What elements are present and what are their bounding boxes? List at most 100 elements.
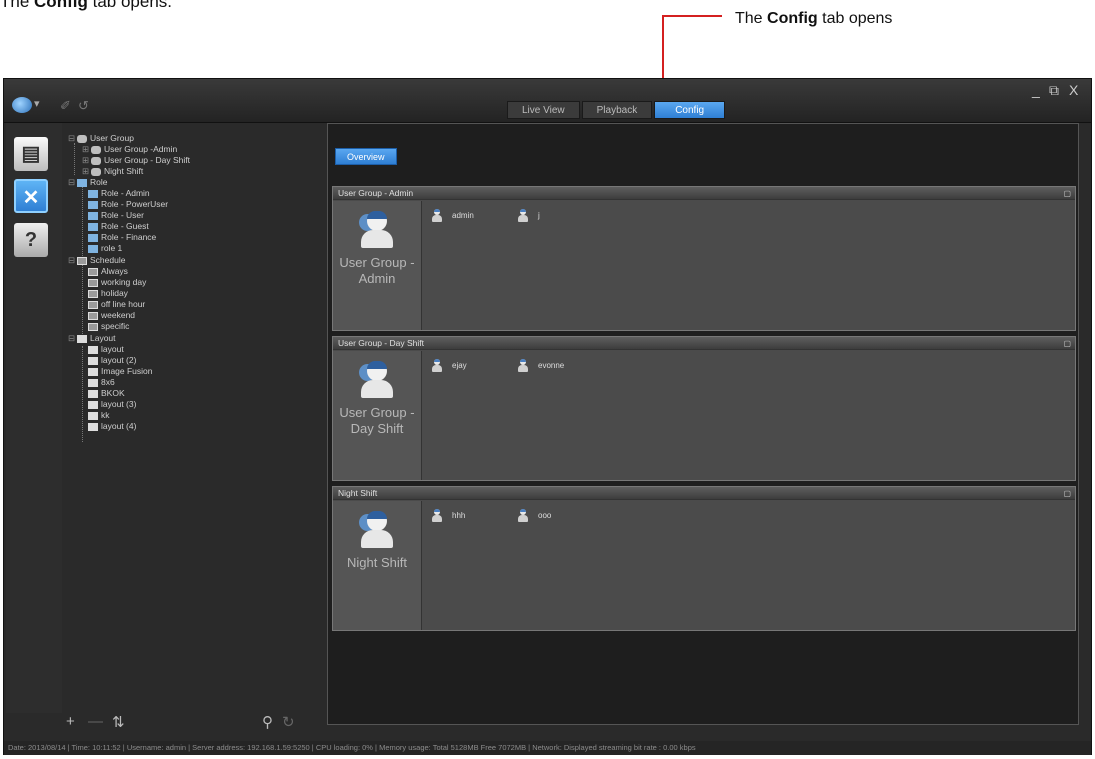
callout-prefix: The bbox=[735, 10, 763, 27]
close-icon[interactable]: X bbox=[1069, 82, 1078, 98]
tree-label: layout bbox=[101, 344, 124, 354]
panel-header: User Group - Admin ▢ bbox=[333, 187, 1075, 200]
tree-item-layout-image-fusion[interactable]: Image Fusion bbox=[88, 366, 153, 377]
remove-icon[interactable]: — bbox=[88, 713, 103, 730]
tree-item-role-admin[interactable]: Role - Admin bbox=[88, 188, 150, 199]
tree-item-schedule-always[interactable]: Always bbox=[88, 266, 128, 277]
sort-icon[interactable]: ⇅ bbox=[112, 713, 125, 731]
tab-playback[interactable]: Playback bbox=[581, 101, 653, 119]
tree-connector bbox=[82, 346, 83, 442]
tree-item-layout-kk[interactable]: kk bbox=[88, 410, 110, 421]
user-icon bbox=[432, 209, 442, 222]
tree-item-schedule-weekend[interactable]: weekend bbox=[88, 310, 135, 321]
help-icon[interactable]: ? bbox=[14, 223, 48, 257]
tree-item-layout-3[interactable]: layout (3) bbox=[88, 399, 136, 410]
tab-live-view[interactable]: Live View bbox=[507, 101, 580, 119]
pin-icon[interactable]: ✐ bbox=[60, 98, 71, 114]
user-item[interactable]: ooo bbox=[518, 509, 588, 522]
status-bar: Date: 2013/08/14 | Time: 10:11:52 | User… bbox=[4, 741, 1091, 755]
group-panel-admin: User Group - Admin ▢ User Group - Admin a… bbox=[332, 186, 1076, 331]
chevron-down-icon[interactable]: ▾ bbox=[34, 97, 40, 110]
tree-item-layout-bkok[interactable]: BKOK bbox=[88, 388, 125, 399]
tree-item-role-guest[interactable]: Role - Guest bbox=[88, 221, 149, 232]
group-card-name: Night Shift bbox=[347, 555, 407, 570]
minimize-icon[interactable]: _ bbox=[1032, 82, 1040, 98]
overview-area: Overview User Group - Admin ▢ User Group … bbox=[327, 123, 1079, 725]
panel-title: User Group - Day Shift bbox=[338, 338, 424, 348]
tree-item-role-poweruser[interactable]: Role - PowerUser bbox=[88, 199, 168, 210]
tree-label: layout (3) bbox=[101, 399, 137, 409]
tree-item-layout-8x6[interactable]: 8x6 bbox=[88, 377, 115, 388]
user-item[interactable]: evonne bbox=[518, 359, 588, 372]
search-icon[interactable]: ⚲ bbox=[262, 713, 273, 731]
user-item[interactable]: hhh bbox=[432, 509, 502, 522]
collapse-icon[interactable]: ▢ bbox=[1063, 337, 1071, 350]
app-window: ▾ ✐ ↺ Live View Playback Config _ ⧉ X ▤ … bbox=[3, 78, 1092, 755]
user-name: admin bbox=[452, 211, 474, 220]
tree-item-schedule-holiday[interactable]: holiday bbox=[88, 288, 128, 299]
tree-toolbar: + — ⇅ ⚲ ↻ bbox=[64, 713, 302, 733]
tree-label: User Group -Admin bbox=[104, 144, 178, 154]
top-bar: ▾ ✐ ↺ Live View Playback Config _ ⧉ X bbox=[4, 79, 1091, 123]
group-card[interactable]: User Group - Day Shift bbox=[333, 351, 422, 480]
add-icon[interactable]: + bbox=[66, 713, 75, 730]
tree-item-role-user[interactable]: Role - User bbox=[88, 210, 144, 221]
tree-item-user-group-admin[interactable]: ⊞ User Group -Admin bbox=[82, 144, 177, 155]
tree-label: Role - User bbox=[101, 210, 144, 220]
tree-item-user-group-day-shift[interactable]: ⊞ User Group - Day Shift bbox=[82, 155, 190, 166]
tree-item-layout[interactable]: ⊟ Layout bbox=[68, 333, 116, 344]
refresh-icon[interactable]: ↻ bbox=[282, 713, 295, 731]
schedule-icon bbox=[77, 256, 87, 265]
schedule-icon bbox=[88, 267, 98, 276]
role-icon bbox=[88, 233, 98, 242]
monitor-icon[interactable]: ▤ bbox=[14, 137, 48, 171]
tree-item-schedule-working-day[interactable]: working day bbox=[88, 277, 146, 288]
collapse-icon[interactable]: ▢ bbox=[1063, 487, 1071, 500]
user-icon bbox=[518, 509, 528, 522]
tree-item-layout-4[interactable]: layout (4) bbox=[88, 421, 136, 432]
layout-icon bbox=[88, 345, 98, 354]
left-nav: ▤ ✕ ? bbox=[6, 123, 62, 713]
user-item[interactable]: admin bbox=[432, 209, 502, 222]
layout-icon bbox=[88, 356, 98, 365]
tree-item-role[interactable]: ⊟ Role bbox=[68, 177, 107, 188]
tree-label: Role - Admin bbox=[101, 188, 150, 198]
tree-item-schedule-specific[interactable]: specific bbox=[88, 321, 129, 332]
tree-item-schedule[interactable]: ⊟ Schedule bbox=[68, 255, 125, 266]
tree-item-layout-1[interactable]: layout bbox=[88, 344, 124, 355]
panel-header: User Group - Day Shift ▢ bbox=[333, 337, 1075, 350]
tree-label: Role - PowerUser bbox=[101, 199, 169, 209]
tree-item-night-shift[interactable]: ⊞ Night Shift bbox=[82, 166, 143, 177]
group-card-name: User Group - Admin bbox=[339, 255, 415, 286]
schedule-icon bbox=[88, 300, 98, 309]
group-card-name: User Group - Day Shift bbox=[339, 405, 415, 436]
role-icon bbox=[77, 178, 87, 187]
tab-config[interactable]: Config bbox=[654, 101, 726, 119]
user-group-icon bbox=[91, 145, 101, 154]
user-icon bbox=[518, 209, 528, 222]
config-tools-icon[interactable]: ✕ bbox=[14, 179, 48, 213]
undo-icon[interactable]: ↺ bbox=[78, 98, 89, 114]
tree-connector bbox=[82, 186, 83, 256]
tree-label: Always bbox=[101, 266, 128, 276]
caption-bold: Config bbox=[34, 0, 88, 11]
tree-item-layout-2[interactable]: layout (2) bbox=[88, 355, 136, 366]
overview-button[interactable]: Overview bbox=[335, 148, 397, 165]
layout-icon bbox=[88, 378, 98, 387]
layout-icon bbox=[88, 422, 98, 431]
tree-item-schedule-off-line-hour[interactable]: off line hour bbox=[88, 299, 145, 310]
user-item[interactable]: j bbox=[518, 209, 588, 222]
tree-item-role-finance[interactable]: Role - Finance bbox=[88, 232, 156, 243]
collapse-icon[interactable]: ▢ bbox=[1063, 187, 1071, 200]
main-tabs: Live View Playback Config bbox=[507, 101, 726, 119]
user-name: ooo bbox=[538, 511, 552, 520]
user-icon bbox=[432, 359, 442, 372]
group-card[interactable]: User Group - Admin bbox=[333, 201, 422, 330]
app-logo-icon[interactable] bbox=[12, 97, 32, 113]
restore-icon[interactable]: ⧉ bbox=[1049, 82, 1059, 99]
tree-item-user-group[interactable]: ⊟ User Group bbox=[68, 133, 134, 144]
user-item[interactable]: ejay bbox=[432, 359, 502, 372]
role-icon bbox=[88, 222, 98, 231]
group-card[interactable]: Night Shift bbox=[333, 501, 422, 630]
tree-item-role-1[interactable]: role 1 bbox=[88, 243, 122, 254]
